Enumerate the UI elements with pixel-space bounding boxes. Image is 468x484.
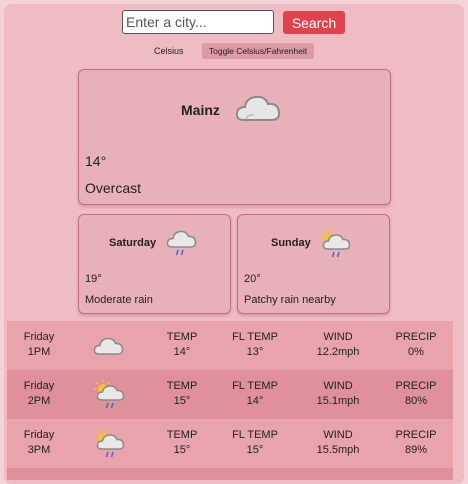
- hour-precip: PRECIP 89%: [395, 429, 437, 456]
- hour-precip: PRECIP 0%: [395, 331, 437, 358]
- hourly-row: Friday 2PM TEMP 15° FL TEMP 14° WIND 15.1mph: [7, 370, 453, 419]
- forecast-temperature: 20°: [244, 273, 261, 285]
- hour-wind: WIND 12.2mph: [316, 331, 360, 358]
- hour-temp: TEMP 15°: [166, 380, 198, 407]
- current-temperature: 14°: [85, 153, 107, 169]
- cloud-icon: [234, 90, 282, 131]
- sun-rain-cloud-icon: [92, 378, 126, 413]
- rain-cloud-icon: [165, 227, 197, 264]
- hour-precip: PRECIP 80%: [395, 380, 437, 407]
- hourly-row: Friday 1PM TEMP 14° FL TEMP 13° WIND 12.2mph…: [7, 321, 453, 370]
- cloud-icon: [92, 335, 124, 360]
- forecast-card-sunday: Sunday 20° Patchy rain nearby: [237, 214, 390, 314]
- forecast-condition: Moderate rain: [85, 294, 153, 306]
- hour-feels-like: FL TEMP 13°: [232, 331, 278, 358]
- hourly-row: Friday 3PM TEMP 15° FL TEMP 15° WIND 15.5mph: [7, 419, 453, 468]
- current-condition: Overcast: [85, 180, 142, 196]
- hour-wind: WIND 15.1mph: [316, 380, 360, 407]
- forecast-day: Saturday: [109, 237, 157, 249]
- hourly-forecast-list: Friday 1PM TEMP 14° FL TEMP 13° WIND 12.2mph…: [7, 321, 453, 480]
- hour-time: Friday 2PM: [23, 380, 55, 407]
- city-search-input[interactable]: [122, 10, 274, 34]
- forecast-condition: Patchy rain nearby: [244, 294, 336, 306]
- hour-time: Friday 1PM: [23, 331, 55, 358]
- hour-temp: TEMP 15°: [166, 429, 198, 456]
- current-weather-card: Mainz 14° Overcast: [78, 69, 391, 205]
- search-bar: Search: [4, 10, 464, 36]
- forecast-temperature: 19°: [85, 273, 102, 285]
- unit-label: Celsius: [154, 46, 184, 56]
- forecast-day: Sunday: [271, 237, 311, 249]
- hour-feels-like: FL TEMP 15°: [232, 429, 278, 456]
- city-name: Mainz: [181, 102, 220, 118]
- hour-time: Friday 3PM: [23, 429, 55, 456]
- toggle-units-button[interactable]: Toggle Celsius/Fahrenheit: [202, 43, 314, 59]
- hour-wind: WIND 15.5mph: [316, 429, 360, 456]
- hourly-row-partial: [7, 468, 453, 480]
- hour-feels-like: FL TEMP 14°: [232, 380, 278, 407]
- forecast-card-saturday: Saturday 19° Moderate rain: [78, 214, 231, 314]
- sun-rain-cloud-icon: [92, 427, 126, 462]
- hour-temp: TEMP 14°: [166, 331, 198, 358]
- sun-rain-cloud-icon: [318, 227, 352, 264]
- search-button[interactable]: Search: [283, 11, 345, 34]
